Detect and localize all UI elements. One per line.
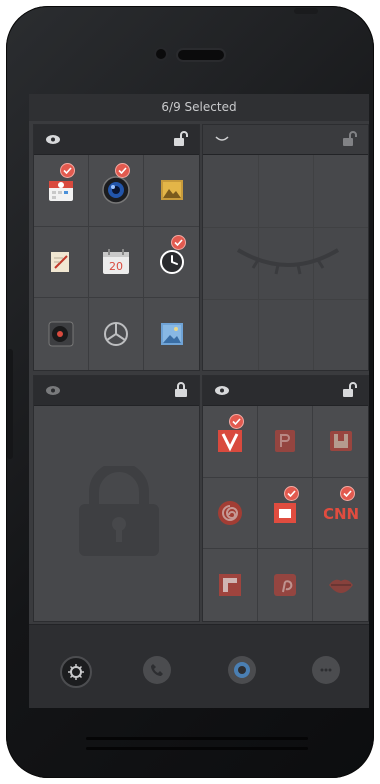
app-cell-calendar[interactable] (34, 155, 89, 227)
mercedes-icon (104, 322, 128, 347)
record-player-icon (48, 321, 74, 347)
locked-large-icon (79, 466, 159, 556)
messages-icon (320, 668, 332, 672)
dock-phone[interactable] (143, 656, 171, 684)
selected-check-icon (60, 163, 75, 178)
svg-text:20: 20 (109, 260, 123, 273)
lock-icon[interactable] (173, 382, 189, 398)
date-icon: 20 (103, 248, 129, 274)
lips-icon (328, 579, 353, 594)
selected-check-icon (115, 163, 130, 178)
dock-browser[interactable] (228, 656, 256, 684)
selected-check-icon (229, 414, 244, 429)
app-cell-photo[interactable] (144, 298, 199, 370)
app-grid: 20 (34, 155, 199, 370)
phone-frame: 6/9 Selected 20 CNN (6, 6, 374, 778)
panel-top-right[interactable] (202, 124, 369, 371)
app-cell-flipboard[interactable] (203, 549, 258, 621)
flipboard-icon (219, 574, 241, 597)
app-cell-date[interactable]: 20 (89, 226, 144, 299)
settings-icon (68, 664, 84, 680)
notes-icon (51, 251, 69, 272)
unlock-icon[interactable] (342, 382, 358, 398)
swirl-icon (218, 500, 242, 525)
dock-messages[interactable] (312, 656, 340, 684)
eye-icon[interactable] (215, 386, 229, 395)
panel-bottom-left[interactable] (33, 375, 200, 622)
phone-icon (151, 664, 163, 676)
app-cell-pocket[interactable] (258, 406, 313, 478)
app-cell-vivino[interactable] (203, 406, 258, 478)
earpiece-speaker (178, 50, 224, 60)
cnn-icon: CNN (324, 505, 358, 523)
vivino-icon (218, 430, 242, 453)
app-cell-cnn[interactable]: CNN (313, 477, 368, 550)
unlock-icon[interactable] (173, 131, 189, 147)
flipboard-tile-icon (274, 502, 296, 523)
pinterest-icon (274, 574, 296, 597)
svg-text:CNN: CNN (324, 505, 358, 523)
panel-header (34, 376, 199, 406)
clock-icon (159, 249, 184, 274)
front-camera (156, 49, 166, 59)
side-button (7, 349, 13, 459)
eye-icon[interactable] (46, 386, 60, 395)
app-cell-flipboard-tile[interactable] (258, 477, 313, 550)
unlock-icon[interactable] (342, 131, 358, 147)
app-cell-gallery[interactable] (144, 155, 199, 227)
selection-count: 6/9 Selected (161, 100, 237, 114)
panel-header (34, 125, 199, 155)
app-grid: CNN (203, 406, 368, 621)
app-cell-lips[interactable] (313, 549, 368, 621)
app-cell-notes[interactable] (34, 226, 89, 299)
app-cell-mercedes[interactable] (89, 298, 144, 370)
calendar-icon (49, 181, 73, 202)
selected-check-icon (340, 485, 355, 501)
bottom-bar-2 (86, 747, 308, 750)
app-cell-pinterest[interactable] (258, 549, 313, 621)
selected-check-icon (284, 485, 299, 501)
photo-icon (160, 323, 183, 346)
screen: 6/9 Selected 20 CNN (29, 94, 369, 708)
gallery-icon (160, 180, 183, 201)
pocket-icon (275, 430, 295, 453)
app-cell-book[interactable] (313, 406, 368, 478)
book-icon (329, 431, 352, 452)
panel-bottom-right[interactable]: CNN (202, 375, 369, 622)
camera-icon (102, 176, 130, 205)
app-cell-camera[interactable] (89, 155, 144, 227)
panel-top-left[interactable]: 20 (33, 124, 200, 371)
eye-icon[interactable] (46, 135, 60, 144)
panel-header (203, 125, 368, 155)
panel-header (203, 376, 368, 406)
app-cell-swirl[interactable] (203, 477, 258, 550)
selected-check-icon (171, 234, 186, 250)
app-cell-record-player[interactable] (34, 298, 89, 370)
bottom-bar-1 (86, 737, 308, 740)
eye-closed-icon[interactable] (215, 135, 229, 144)
power-button (294, 8, 318, 14)
browser-icon (234, 662, 250, 678)
selection-status: 6/9 Selected (29, 94, 369, 121)
dock (29, 624, 369, 708)
dock-settings[interactable] (60, 656, 92, 688)
app-cell-clock[interactable] (144, 226, 199, 299)
closed-eye-large-icon (236, 248, 340, 275)
